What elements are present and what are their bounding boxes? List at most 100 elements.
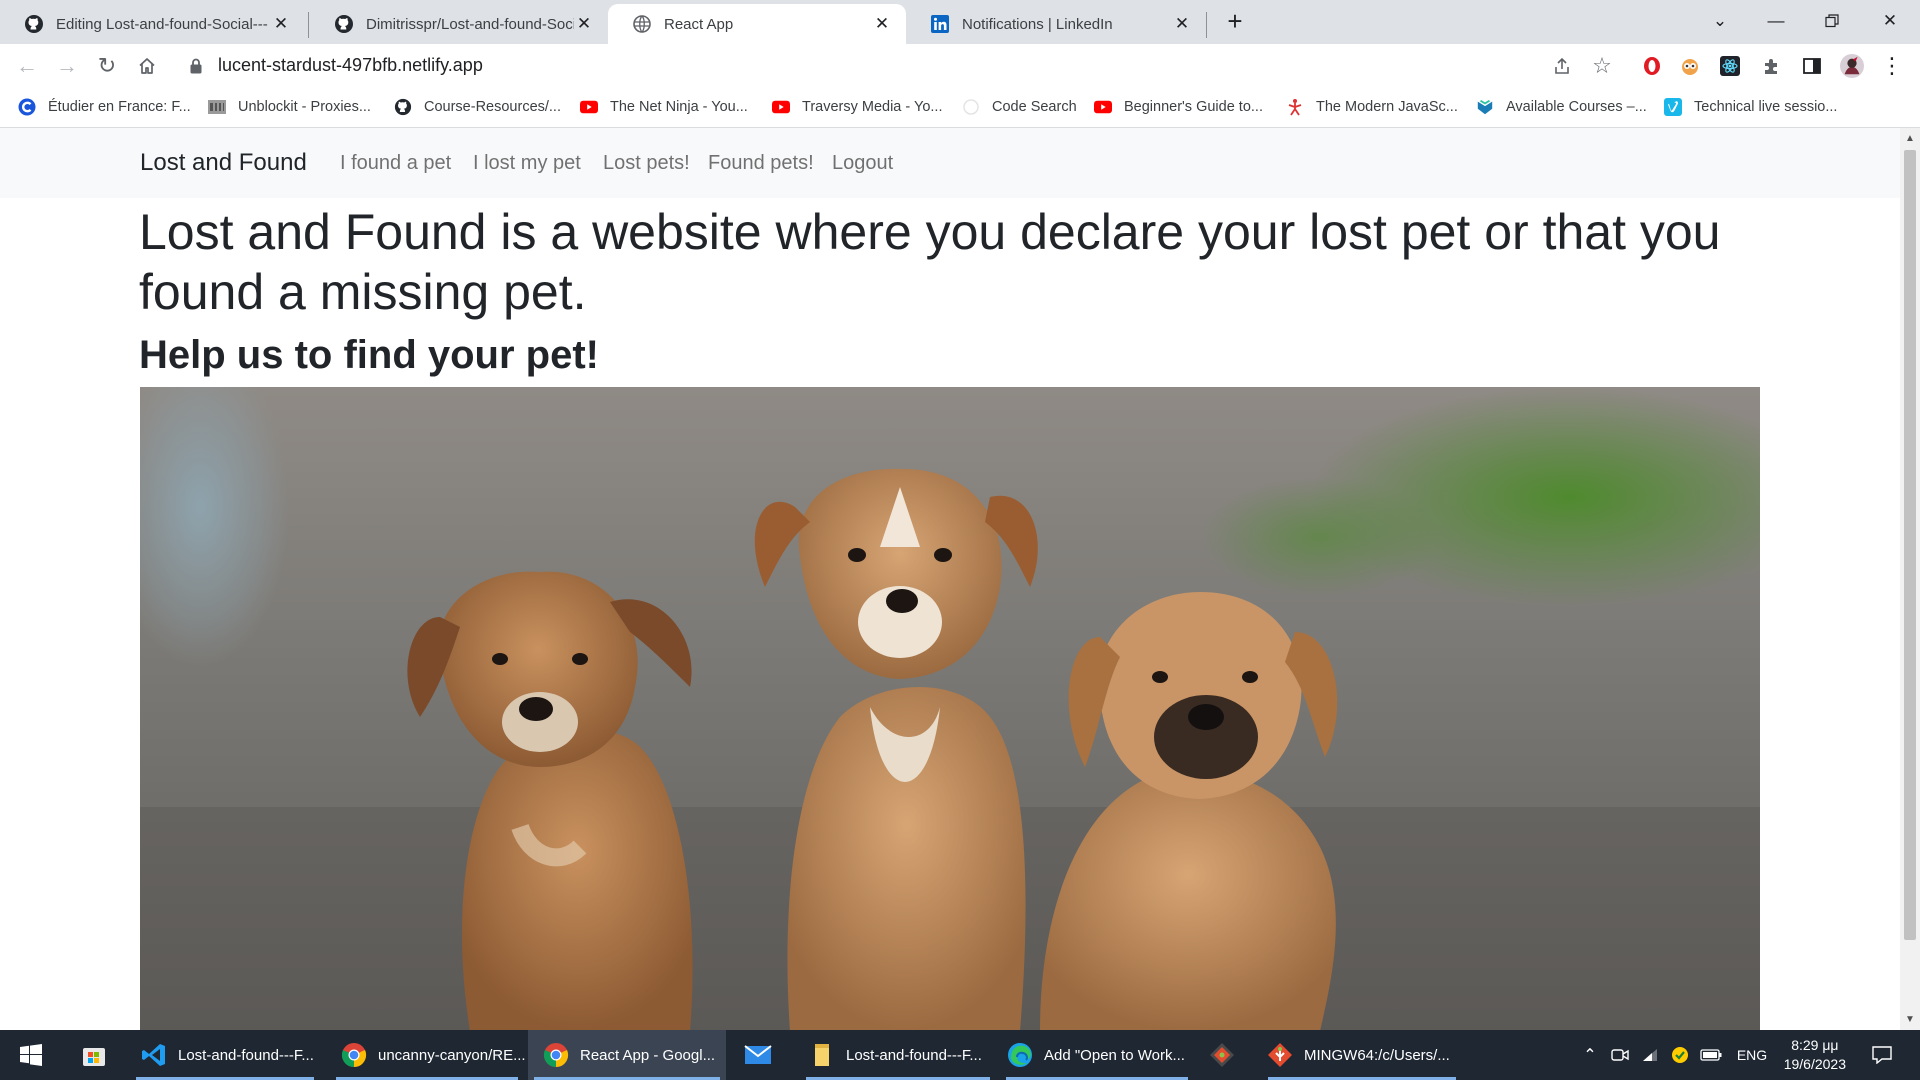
tab-title: Notifications | LinkedIn	[962, 15, 1113, 33]
bookmark-item[interactable]: Étudier en France: F...	[18, 96, 191, 118]
bookmark-label: Étudier en France: F...	[48, 99, 191, 115]
system-clock[interactable]: 8:29 μμ 19/6/2023	[1784, 1036, 1846, 1074]
bookmark-item[interactable]: Code Search	[962, 96, 1077, 118]
bookmark-label: Traversy Media - Yo...	[802, 99, 943, 115]
bookmark-label: Technical live sessio...	[1694, 99, 1838, 115]
reload-icon[interactable]: ↻	[94, 53, 120, 79]
wifi-icon[interactable]	[1638, 1030, 1662, 1080]
taskbar-chrome-active[interactable]: React App - Googl...	[528, 1030, 726, 1080]
clock-time: 8:29 μμ	[1791, 1037, 1839, 1053]
tab-separator	[308, 12, 309, 38]
linkedin-icon	[930, 14, 950, 34]
close-icon[interactable]: ✕	[872, 14, 892, 34]
forward-arrow-icon[interactable]: →	[54, 53, 80, 79]
scroll-up-arrow-icon[interactable]: ▲	[1904, 133, 1916, 145]
microsoft-store-icon	[80, 1041, 108, 1069]
nav-link-i-lost-my-pet[interactable]: I lost my pet	[473, 152, 581, 175]
edge-icon	[1006, 1041, 1034, 1069]
page-scrollbar[interactable]: ▲ ▼	[1900, 128, 1920, 1030]
three-puppies-photo	[140, 387, 1760, 1030]
navbar-brand[interactable]: Lost and Found	[140, 149, 307, 177]
vimeo-icon	[1664, 98, 1682, 116]
taskbar-chrome-1[interactable]: uncanny-canyon/RE...	[330, 1030, 526, 1080]
taskbar-edge[interactable]: Add "Open to Work...	[1000, 1030, 1194, 1080]
bookmark-item[interactable]: Technical live sessio...	[1664, 96, 1837, 118]
bookmark-item[interactable]: Beginner's Guide to...	[1094, 96, 1263, 118]
taskbar-mail[interactable]	[740, 1030, 776, 1080]
window-close-icon[interactable]: ✕	[1870, 6, 1910, 36]
scroll-down-arrow-icon[interactable]: ▼	[1904, 1014, 1916, 1026]
page-heading: Lost and Found is a website where you de…	[139, 204, 1721, 320]
battery-icon[interactable]	[1698, 1030, 1724, 1080]
taskbar-label: Lost-and-found---F...	[178, 1046, 314, 1064]
bookmark-item[interactable]: Traversy Media - Yo...	[772, 96, 943, 118]
clock-date: 19/6/2023	[1783, 1056, 1846, 1072]
bookmark-item[interactable]: The Modern JavaSc...	[1286, 96, 1458, 118]
side-panel-icon[interactable]	[1800, 54, 1824, 78]
bookmark-label: Available Courses –...	[1506, 99, 1647, 115]
close-icon[interactable]: ✕	[574, 14, 594, 34]
norton-security-icon[interactable]	[1668, 1030, 1692, 1080]
github-icon	[394, 98, 412, 116]
browser-tab-3-active[interactable]: React App ✕	[608, 4, 906, 44]
lock-icon[interactable]	[190, 58, 202, 74]
browser-tab-4[interactable]: Notifications | LinkedIn ✕	[906, 4, 1206, 44]
home-icon[interactable]	[134, 53, 160, 79]
nav-link-logout[interactable]: Logout	[832, 152, 893, 175]
meet-now-icon[interactable]	[1608, 1030, 1632, 1080]
new-tab-button[interactable]: +	[1222, 6, 1248, 36]
taskbar-git-gui[interactable]	[1204, 1030, 1240, 1080]
owl-extension-icon[interactable]	[1678, 54, 1702, 78]
share-icon[interactable]	[1550, 54, 1574, 78]
campus-france-icon	[18, 98, 36, 116]
opera-vpn-extension-icon[interactable]	[1640, 54, 1664, 78]
git-bash-icon	[1266, 1041, 1294, 1069]
bookmark-label: Course-Resources/...	[424, 99, 561, 115]
profile-avatar[interactable]	[1840, 54, 1864, 78]
close-icon[interactable]: ✕	[271, 14, 291, 34]
nav-link-found-pets[interactable]: Found pets!	[708, 152, 814, 175]
unblockit-icon	[208, 98, 226, 116]
browser-tab-2[interactable]: Dimitrisspr/Lost-and-found-Socia ✕	[310, 4, 608, 44]
tray-overflow-chevron-icon[interactable]: ⌃	[1580, 1030, 1600, 1080]
tab-title: Dimitrisspr/Lost-and-found-Socia	[366, 15, 574, 33]
bookmark-item[interactable]: Course-Resources/...	[394, 96, 561, 118]
github-icon	[334, 14, 354, 34]
taskbar-file-explorer[interactable]: Lost-and-found---F...	[800, 1030, 996, 1080]
taskbar-git-bash[interactable]: MINGW64:/c/Users/...	[1262, 1030, 1462, 1080]
taskbar-label: Lost-and-found---F...	[846, 1046, 982, 1064]
back-arrow-icon[interactable]: ←	[14, 53, 40, 79]
bookmark-item[interactable]: Available Courses –...	[1476, 96, 1647, 118]
nav-link-i-found-a-pet[interactable]: I found a pet	[340, 152, 451, 175]
code-search-icon	[962, 98, 980, 116]
scrollbar-thumb[interactable]	[1904, 150, 1916, 940]
bookmark-item[interactable]: Unblockit - Proxies...	[208, 96, 371, 118]
taskbar-vscode[interactable]: Lost-and-found---F...	[130, 1030, 320, 1080]
taskbar-store[interactable]	[74, 1030, 114, 1080]
bookmark-star-icon[interactable]: ☆	[1590, 53, 1614, 78]
browser-toolbar: ← → ↻ lucent-stardust-497bfb.netlify.app…	[0, 44, 1920, 87]
language-indicator[interactable]: ENG	[1732, 1030, 1772, 1080]
windows-start-button[interactable]	[14, 1030, 48, 1080]
tab-search-icon[interactable]: ⌄	[1700, 6, 1740, 36]
browser-tab-1[interactable]: Editing Lost-and-found-Social--- ✕	[0, 4, 305, 44]
tab-separator	[1206, 12, 1207, 38]
courses-icon	[1476, 98, 1494, 116]
minimize-icon[interactable]: —	[1756, 6, 1796, 36]
chrome-icon	[542, 1041, 570, 1069]
close-icon[interactable]: ✕	[1172, 14, 1192, 34]
restore-icon[interactable]	[1812, 6, 1852, 36]
javascript-info-icon	[1286, 98, 1304, 116]
youtube-icon	[1094, 98, 1112, 116]
app-navbar: Lost and Found I found a pet I lost my p…	[0, 128, 1900, 198]
extensions-puzzle-icon[interactable]	[1760, 54, 1784, 78]
file-explorer-icon	[808, 1041, 836, 1069]
address-bar[interactable]: lucent-stardust-497bfb.netlify.app	[218, 55, 483, 76]
react-devtools-icon[interactable]	[1718, 54, 1742, 78]
nav-link-lost-pets[interactable]: Lost pets!	[603, 152, 690, 175]
notifications-icon[interactable]	[1866, 1030, 1898, 1080]
chrome-menu-icon[interactable]: ⋮	[1880, 53, 1904, 78]
bookmark-item[interactable]: The Net Ninja - You...	[580, 96, 748, 118]
taskbar-label: React App - Googl...	[580, 1046, 716, 1064]
bookmark-label: Code Search	[992, 99, 1077, 115]
